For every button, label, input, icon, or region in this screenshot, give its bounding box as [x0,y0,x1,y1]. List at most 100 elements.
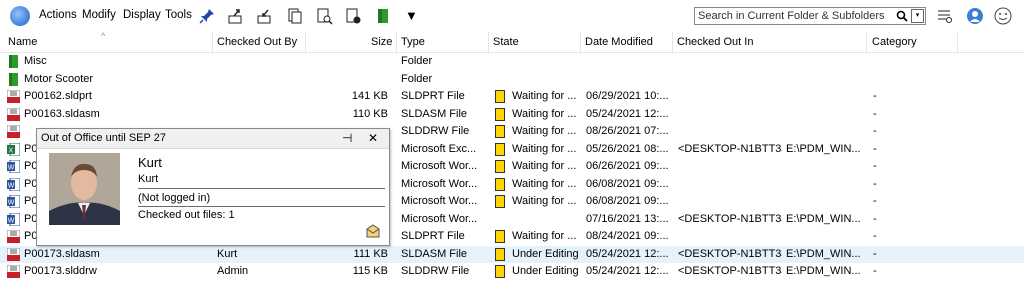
column-name[interactable]: Name [8,32,37,52]
column-state[interactable]: State [493,32,519,52]
category: - [873,195,877,207]
checked-out-by [217,106,297,124]
checked-out-in-path [786,176,864,194]
popup-status: (Not logged in) [138,192,211,204]
user-icon[interactable] [966,7,984,25]
file-name[interactable]: Misc [24,53,209,71]
file-name[interactable]: P00163.sldasm [24,106,209,124]
date-modified [586,53,670,71]
date-modified: 05/26/2021 08:... [586,142,669,155]
checked-out-in-path [786,228,864,246]
check-in-icon[interactable] [256,7,274,25]
date-modified: 06/29/2021 10:... [586,90,669,102]
change-state-icon[interactable] [344,7,362,25]
checked-out-by [217,88,297,106]
column-date-modified[interactable]: Date Modified [585,32,653,52]
svg-text:X: X [9,147,14,154]
file-name[interactable]: P00173.slddrw [24,263,209,281]
date-modified: 06/08/2021 09:... [586,177,669,190]
column-size[interactable]: Size [371,32,392,52]
pin-icon[interactable] [198,7,216,25]
popup-title-bar: Out of Office until SEP 27 ⊣ ✕ [37,129,389,149]
search-input[interactable]: Search in Current Folder & Subfolders ▾ [694,7,926,25]
checked-out-in-computer [678,53,782,71]
check-out-icon[interactable] [227,7,245,25]
column-checked-out-in[interactable]: Checked Out In [677,32,753,52]
column-header: Name ^ Checked Out By Size Type State Da… [0,31,1024,53]
table-row[interactable]: P00162.sldprt 141 KB SLDPRT File Waiting fo… [0,88,1024,106]
menu-actions[interactable]: Actions [39,9,77,21]
file-size: 111 KB [353,247,388,260]
dropdown-arrow-icon[interactable]: ▼ [405,8,423,26]
file-type: Microsoft Wor... [401,212,478,225]
folder-green-icon[interactable] [374,7,392,25]
date-modified: 06/26/2021 09:... [586,160,669,172]
file-type: SLDASM File [401,107,468,120]
table-row[interactable]: P00173.slddrw Admin 115 KB SLDDRW File Under… [0,263,1024,281]
category: - [873,247,877,260]
checked-out-in-computer: <DESKTOP-N1BTT3J> [678,265,782,277]
date-modified: 05/24/2021 12:... [586,247,669,260]
menu-modify[interactable]: Modify [82,9,116,21]
file-type: Folder [401,55,433,67]
sort-indicator-icon: ^ [101,31,106,41]
search-dropdown-button[interactable]: ▾ [911,9,924,23]
file-state: Waiting for ... [512,177,577,190]
state-icon [495,195,505,208]
file-size [310,71,388,89]
checked-out-in-computer [678,176,782,194]
category [873,53,913,71]
column-type[interactable]: Type [401,32,425,52]
date-modified: 06/08/2021 09:... [586,195,669,207]
file-state: Waiting for ... [512,90,577,102]
category: - [873,125,877,137]
file-state: Waiting for ... [512,107,577,120]
state-icon [495,265,505,278]
category: - [873,142,877,155]
popup-close-icon[interactable]: ✕ [368,131,378,145]
column-checked-out-by[interactable]: Checked Out By [217,32,297,52]
file-state: Under Editing [512,265,578,277]
svg-text:W: W [8,217,15,224]
checked-out-in-path [786,106,864,124]
pdm-logo-icon[interactable] [10,6,30,26]
file-type: SLDDRW File [401,125,470,137]
file-name[interactable]: P00173.sldasm [24,246,209,264]
file-state: Waiting for ... [512,160,577,172]
state-icon [495,177,505,191]
file-size [310,53,388,71]
date-modified: 08/24/2021 09:... [586,230,669,242]
popup-title: Out of Office until SEP 27 [41,132,166,144]
menu-tools[interactable]: Tools [165,9,192,21]
search-file-icon[interactable] [315,7,333,25]
list-view-icon[interactable] [936,7,954,25]
category: - [873,90,877,102]
state-icon [495,125,505,138]
popup-display-name: Kurt [138,155,162,170]
file-state [512,211,578,229]
copy-tree-icon[interactable] [286,7,304,25]
column-category[interactable]: Category [872,32,917,52]
menu-display[interactable]: Display [123,9,161,21]
file-name[interactable]: P00162.sldprt [24,88,209,106]
table-row[interactable]: Misc Folder [0,53,1024,71]
checked-out-in-computer [678,88,782,106]
file-size: 141 KB [351,90,388,102]
envelope-icon[interactable] [366,224,380,238]
date-modified: 05/24/2021 12:... [586,265,669,277]
table-row[interactable]: P00173.sldasm Kurt 111 KB SLDASM File Under … [0,245,1024,264]
search-icon[interactable] [896,10,908,22]
file-size: 110 KB [352,107,388,120]
file-type: Microsoft Wor... [401,160,478,172]
date-modified: 05/24/2021 12:... [586,107,669,120]
file-size: 115 KB [352,265,388,277]
smiley-icon[interactable] [994,7,1012,25]
checked-out-in-path [786,53,864,71]
state-icon [495,90,505,103]
popup-username: Kurt [138,173,159,185]
table-row[interactable]: P00163.sldasm 110 KB SLDASM File Waiting fo… [0,106,1024,124]
file-name[interactable]: Motor Scooter [24,71,209,89]
popup-pin-icon[interactable]: ⊣ [342,131,352,145]
table-row[interactable]: Motor Scooter Folder [0,71,1024,89]
checked-out-by [217,53,297,71]
